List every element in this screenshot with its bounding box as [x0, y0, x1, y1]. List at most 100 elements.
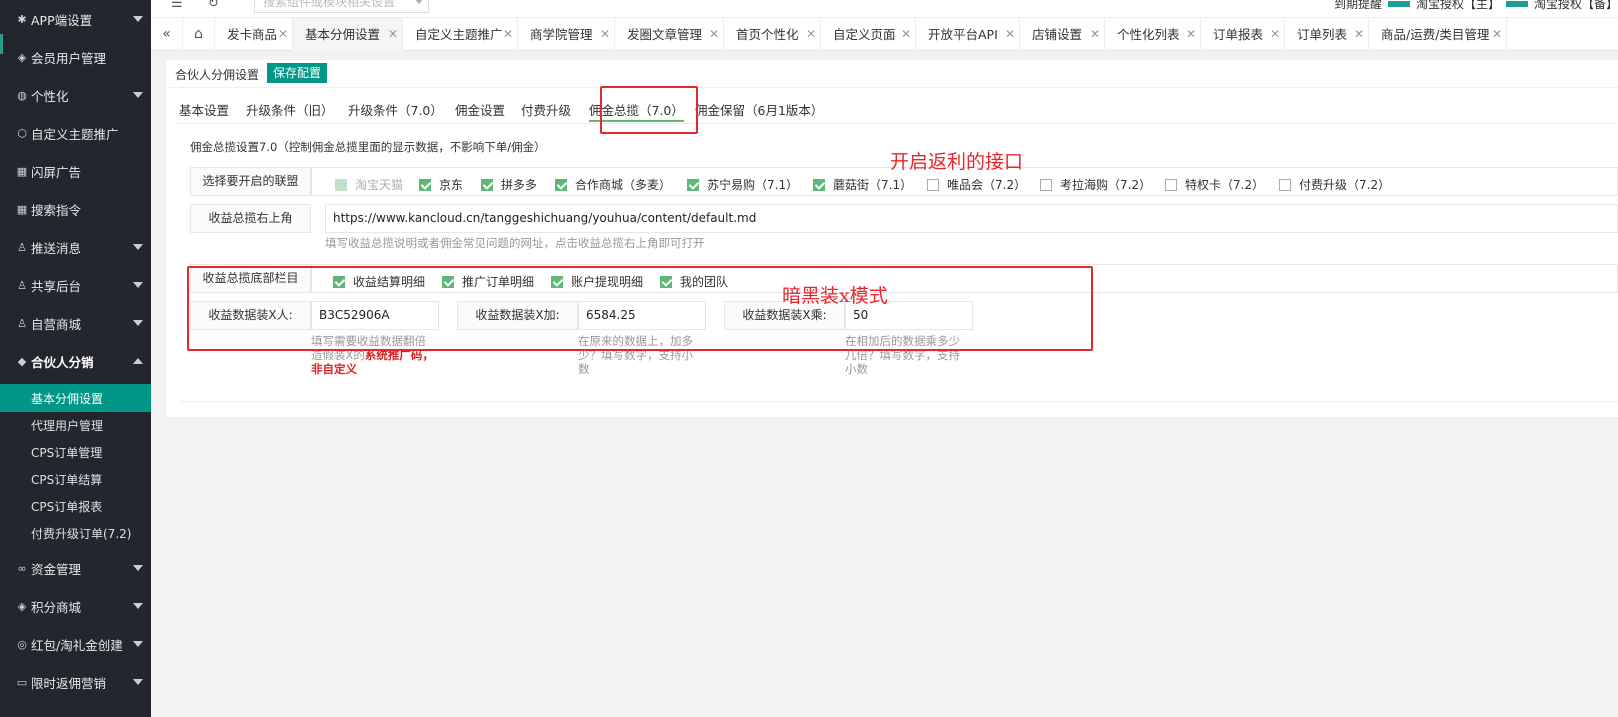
checkbox-box — [687, 178, 699, 191]
sidebar-item-points-mall[interactable]: ◈ 积分商城 — [0, 587, 151, 626]
home-icon[interactable]: ⌂ — [183, 18, 215, 51]
sidebar-item-push[interactable]: ♙ 推送消息 — [0, 228, 151, 267]
tab-scroll-left-icon[interactable]: « — [151, 18, 183, 51]
tab-custom-theme[interactable]: 自定义主题推广 ✕ — [403, 18, 518, 51]
checkbox-pdd[interactable]: 拼多多 — [481, 176, 537, 193]
sidebar-subitem-cps-orders[interactable]: CPS订单管理 — [0, 438, 151, 466]
topright-label: 收益总揽右上角 — [190, 204, 311, 233]
sidebar-item-limited-rebate[interactable]: ▭ 限时返佣营销 — [0, 663, 151, 702]
close-icon[interactable]: ✕ — [1492, 18, 1502, 51]
sidebar: ✱ APP端设置 ◈ 会员用户管理 ◍ 个性化 ⬡ 自定义主题推广 ▦ 闪屏广告 ▦ 搜索指… — [0, 0, 151, 717]
checkbox-suning[interactable]: 苏宁易购（7.1） — [687, 176, 798, 193]
tab-custom-page[interactable]: 自定义页面 ✕ — [821, 18, 916, 51]
layers-icon: ◆ — [17, 355, 27, 368]
tab-label: 自定义主题推广 — [415, 27, 503, 42]
sidebar-subitem-cps-settlement[interactable]: CPS订单结算 — [0, 465, 151, 493]
taobao-auth-main[interactable]: 淘宝授权【主】 — [1416, 0, 1500, 12]
sidebar-item-member-users[interactable]: ◈ 会员用户管理 — [0, 38, 151, 77]
checkbox-paid-upgrade[interactable]: 付费升级（7.2） — [1279, 176, 1390, 193]
expiry-reminder[interactable]: 到期提醒 — [1334, 0, 1382, 12]
sidebar-item-custom-theme[interactable]: ⬡ 自定义主题推广 — [0, 114, 151, 153]
subtab-upgrade-70[interactable]: 升级条件（7.0） — [348, 100, 443, 122]
checkbox-privilege-card[interactable]: 特权卡（7.2） — [1165, 176, 1264, 193]
sidebar-subitem-basic-commission[interactable]: 基本分佣设置 — [0, 384, 151, 412]
checkbox-mogujie[interactable]: 蘑菇街（7.1） — [813, 176, 912, 193]
subtab-commission[interactable]: 佣金设置 — [455, 100, 505, 122]
tab-home-personalize[interactable]: 首页个性化 ✕ — [724, 18, 821, 51]
refresh-icon[interactable]: ↻ — [208, 0, 219, 11]
close-icon[interactable]: ✕ — [1186, 18, 1196, 51]
close-icon[interactable]: ✕ — [901, 18, 911, 51]
close-icon[interactable]: ✕ — [1090, 18, 1100, 51]
close-icon[interactable]: ✕ — [1005, 18, 1015, 51]
chevron-down-icon — [133, 282, 143, 288]
chevron-down-icon — [415, 0, 423, 4]
close-icon[interactable]: ✕ — [806, 18, 816, 51]
close-icon[interactable]: ✕ — [278, 18, 288, 51]
checkbox-jd[interactable]: 京东 — [419, 176, 463, 193]
close-icon[interactable]: ✕ — [388, 18, 398, 51]
sidebar-item-funds[interactable]: ∞ 资金管理 — [0, 549, 151, 588]
checkbox-label: 考拉海购（7.2） — [1060, 178, 1152, 192]
sidebar-item-label: 推送消息 — [31, 241, 82, 256]
tab-shop-settings[interactable]: 店铺设置 ✕ — [1020, 18, 1105, 51]
checkbox-taobao[interactable]: 淘宝天猫 — [335, 176, 403, 193]
chevron-down-icon — [133, 641, 143, 647]
close-icon[interactable]: ✕ — [709, 18, 719, 51]
checkbox-box — [927, 178, 939, 191]
close-icon[interactable]: ✕ — [600, 18, 610, 51]
close-icon[interactable]: ✕ — [1354, 18, 1364, 51]
sidebar-subitem-agent-users[interactable]: 代理用户管理 — [0, 411, 151, 439]
checkbox-vip[interactable]: 唯品会（7.2） — [927, 176, 1026, 193]
tab-personalize-list[interactable]: 个性化列表 ✕ — [1105, 18, 1201, 51]
box-icon: ▭ — [16, 676, 28, 689]
annotation-box-overview-tab — [600, 86, 698, 134]
sidebar-subitem-cps-report[interactable]: CPS订单报表 — [0, 492, 151, 520]
sidebar-item-personalize[interactable]: ◍ 个性化 — [0, 76, 151, 115]
sidebar-item-label: 自定义主题推广 — [31, 127, 119, 142]
subtab-divider — [175, 123, 1615, 124]
chevron-down-icon — [133, 603, 143, 609]
subtab-commission-retain[interactable]: 佣金保留（6月1版本） — [695, 100, 823, 122]
tab-goods-management[interactable]: 商品/运费/类目管理 ✕ — [1369, 18, 1507, 51]
annotation-dark-mode: 暗黑装x模式 — [782, 285, 888, 307]
tab-label: 个性化列表 — [1117, 27, 1180, 42]
grid-icon: ▦ — [16, 165, 28, 178]
checkbox-duomai[interactable]: 合作商城（多麦） — [555, 176, 671, 193]
subtab-paid-upgrade[interactable]: 付费升级 — [521, 100, 571, 122]
subtab-upgrade-old[interactable]: 升级条件（旧） — [246, 100, 334, 122]
close-icon[interactable]: ✕ — [503, 18, 513, 51]
tab-label: 订单列表 — [1297, 27, 1348, 42]
user-icon: ♙ — [17, 279, 27, 292]
tab-open-api[interactable]: 开放平台API ✕ — [916, 18, 1020, 51]
sidebar-item-app-settings[interactable]: ✱ APP端设置 — [0, 0, 151, 39]
sidebar-item-splash-ad[interactable]: ▦ 闪屏广告 — [0, 152, 151, 191]
sidebar-item-shared-backend[interactable]: ♙ 共享后台 — [0, 266, 151, 305]
subtab-basic[interactable]: 基本设置 — [179, 100, 229, 122]
tab-label: 发卡商品 — [227, 27, 278, 42]
sidebar-item-self-mall[interactable]: ♙ 自营商城 — [0, 304, 151, 343]
tab-card-goods[interactable]: 发卡商品 ✕ — [215, 18, 293, 51]
sidebar-subitem-paid-upgrade[interactable]: 付费升级订单(7.2) — [0, 519, 151, 547]
tab-basic-commission[interactable]: 基本分佣设置 ✕ — [293, 18, 403, 51]
chevron-down-icon — [133, 244, 143, 250]
topright-url-input[interactable]: https://www.kancloud.cn/tanggeshichuang/… — [325, 204, 1618, 233]
tab-order-list[interactable]: 订单列表 ✕ — [1285, 18, 1369, 51]
tab-academy[interactable]: 商学院管理 ✕ — [518, 18, 615, 51]
close-icon[interactable]: ✕ — [1270, 18, 1280, 51]
sidebar-item-label: 闪屏广告 — [31, 165, 82, 180]
tab-articles[interactable]: 发圈文章管理 ✕ — [615, 18, 724, 51]
sidebar-item-red-packet[interactable]: ◎ 红包/淘礼金创建 — [0, 625, 151, 664]
menu-toggle-icon[interactable]: ☰ — [171, 0, 183, 11]
sidebar-item-search-command[interactable]: ▦ 搜索指令 — [0, 190, 151, 229]
tab-label: 订单报表 — [1213, 27, 1264, 42]
sidebar-item-label: 红包/淘礼金创建 — [31, 638, 123, 653]
sidebar-item-label: 合伙人分销 — [31, 355, 94, 370]
save-button[interactable]: 保存配置 — [267, 63, 328, 83]
sidebar-item-partner-distribution[interactable]: ◆ 合伙人分销 — [0, 342, 151, 381]
checkbox-box — [813, 178, 825, 191]
search-input[interactable]: 搜索组件或模块相关设置 — [254, 0, 429, 13]
taobao-auth-backup[interactable]: 淘宝授权【备】 — [1534, 0, 1618, 12]
tab-order-report[interactable]: 订单报表 ✕ — [1201, 18, 1285, 51]
checkbox-kaola[interactable]: 考拉海购（7.2） — [1040, 176, 1151, 193]
